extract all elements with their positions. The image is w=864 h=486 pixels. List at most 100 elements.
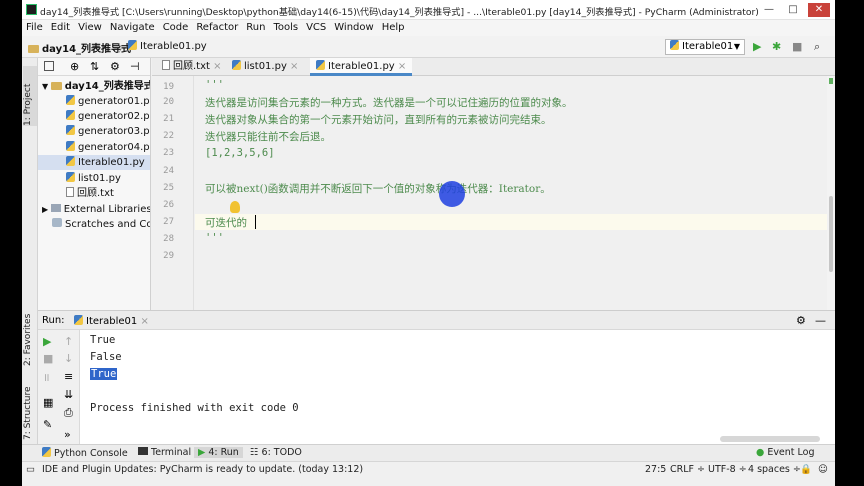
tree-file-selected[interactable]: Iterable01.py <box>38 155 150 170</box>
menu-vcs[interactable]: VCS <box>302 20 330 36</box>
editor-gutter: 19 20 21 22 23 24 25 26 27 28 29 <box>152 76 194 310</box>
menu-help[interactable]: Help <box>378 20 409 36</box>
frame-icon[interactable] <box>44 61 54 71</box>
caret-position[interactable]: 27:5 <box>645 464 666 475</box>
tree-file[interactable]: 回顾.txt <box>38 186 150 201</box>
breadcrumb-project[interactable]: day14_列表推导式 <box>28 40 131 55</box>
close-button[interactable]: ✕ <box>808 3 830 17</box>
pause-icon[interactable]: ॥ <box>43 370 50 385</box>
soft-wrap-icon[interactable]: ≡ <box>64 370 73 383</box>
menu-tools[interactable]: Tools <box>269 20 302 36</box>
hide-panel-icon[interactable]: — <box>815 314 826 327</box>
layout-icon[interactable]: ▦ <box>43 396 53 409</box>
arrow-up-icon[interactable]: ↑ <box>64 335 73 348</box>
tree-external-libraries[interactable]: ▶ External Libraries <box>38 202 150 217</box>
editor-scrollbar[interactable] <box>827 76 835 310</box>
status-toggle-icon[interactable]: ▭ <box>26 464 35 475</box>
console-scrollbar[interactable] <box>720 436 820 442</box>
tree-file[interactable]: generator03.py <box>38 124 150 139</box>
maximize-button[interactable]: □ <box>782 3 804 17</box>
run-console[interactable]: True False True Process finished with ex… <box>80 330 835 444</box>
close-icon[interactable]: × <box>213 61 221 72</box>
status-message[interactable]: IDE and Plugin Updates: PyCharm is ready… <box>42 464 363 475</box>
tab-list01[interactable]: list01.py × <box>226 58 304 76</box>
stop-icon[interactable]: ■ <box>792 40 802 54</box>
favorites-tool-tab[interactable]: 2: Favorites <box>23 306 37 366</box>
code-line: ''' <box>205 79 224 91</box>
text-caret <box>255 215 256 229</box>
menu-navigate[interactable]: Navigate <box>106 20 159 36</box>
code-editor[interactable]: ''' 迭代器是访问集合元素的一种方式。迭代器是一个可以记住遍历的位置的对象。 … <box>195 76 827 310</box>
menu-code[interactable]: Code <box>159 20 193 36</box>
debug-icon[interactable]: ✱ <box>772 40 781 54</box>
close-icon[interactable]: × <box>398 61 406 72</box>
python-file-icon <box>66 110 75 120</box>
tree-file[interactable]: list01.py <box>38 171 150 186</box>
todo-tab[interactable]: ☷ 6: TODO <box>250 447 302 458</box>
gear-icon[interactable]: ⚙ <box>110 60 120 73</box>
menu-refactor[interactable]: Refactor <box>192 20 242 36</box>
event-log-tab[interactable]: ● Event Log <box>756 447 815 458</box>
lock-icon[interactable]: 🔒 <box>800 464 812 475</box>
indent-setting[interactable]: 4 spaces ÷ <box>748 464 801 475</box>
run-configuration-select[interactable]: Iterable01 ▼ <box>665 39 745 55</box>
todo-icon: ☷ <box>250 447 262 458</box>
code-line: [1,2,3,5,6] <box>205 147 275 159</box>
minimize-button[interactable]: — <box>758 3 780 17</box>
menu-file[interactable]: File <box>22 20 47 36</box>
tree-file[interactable]: generator02.py <box>38 109 150 124</box>
terminal-tab[interactable]: Terminal <box>138 447 191 458</box>
tree-root[interactable]: ▼ day14_列表推导式 C <box>38 79 150 94</box>
more-icon[interactable]: » <box>64 428 71 441</box>
code-line: 迭代器是访问集合元素的一种方式。迭代器是一个可以记住遍历的位置的对象。 <box>205 97 573 109</box>
structure-tool-tab[interactable]: 7: Structure <box>23 378 37 441</box>
python-file-icon <box>232 60 241 70</box>
tree-file[interactable]: generator01.py <box>38 94 150 109</box>
gear-icon[interactable]: ⚙ <box>796 314 806 327</box>
collapse-icon[interactable]: ⇅ <box>90 60 99 73</box>
tree-file[interactable]: generator04.py <box>38 140 150 155</box>
rerun-icon[interactable]: ▶ <box>43 335 51 348</box>
project-toolbar: ⊕ ⇅ ⚙ ⊣ <box>38 58 150 76</box>
project-tool-tab[interactable]: 1: Project <box>23 66 37 126</box>
line-number: 24 <box>163 166 174 176</box>
scroll-end-icon[interactable]: ⇊ <box>64 388 73 401</box>
breadcrumb-separator: 〉 <box>118 44 128 55</box>
menu-run[interactable]: Run <box>242 20 269 36</box>
inspector-icon[interactable]: ☺ <box>818 464 828 475</box>
python-file-icon <box>66 141 75 151</box>
search-icon[interactable]: ⌕ <box>814 40 820 54</box>
menu-edit[interactable]: Edit <box>47 20 74 36</box>
text-file-icon <box>66 187 74 197</box>
arrow-down-icon[interactable]: ↓ <box>64 352 73 365</box>
locate-icon[interactable]: ⊕ <box>70 60 79 73</box>
scrollbar-thumb[interactable] <box>829 196 833 272</box>
python-file-icon <box>66 172 75 182</box>
breadcrumb-file[interactable]: Iterable01.py <box>128 40 207 52</box>
menu-bar: File Edit View Navigate Code Refactor Run Tools… <box>22 20 835 36</box>
run-tab[interactable]: ▶ 4: Run <box>194 447 243 458</box>
pin-icon[interactable]: ✎ <box>43 418 52 431</box>
event-log-icon: ● <box>756 447 768 458</box>
line-separator[interactable]: CRLF ÷ <box>670 464 705 475</box>
stop-icon[interactable]: ■ <box>43 352 53 365</box>
lightbulb-icon[interactable] <box>230 201 240 213</box>
run-icon[interactable]: ▶ <box>753 40 761 54</box>
tab-huigu[interactable]: 回顾.txt × <box>156 58 228 76</box>
code-line: 迭代器只能往前不会后退。 <box>205 131 331 143</box>
menu-view[interactable]: View <box>74 20 106 36</box>
close-icon[interactable]: × <box>290 61 298 72</box>
line-number: 22 <box>163 131 174 141</box>
menu-window[interactable]: Window <box>330 20 377 36</box>
run-tab-iterable01[interactable]: Iterable01 × <box>74 315 149 327</box>
file-encoding[interactable]: UTF-8 ÷ <box>708 464 747 475</box>
python-console-tab[interactable]: Python Console <box>42 447 128 459</box>
tree-scratches[interactable]: Scratches and Conso <box>38 217 150 232</box>
line-number: 27 <box>163 217 174 227</box>
close-icon[interactable]: × <box>140 316 148 327</box>
folder-icon <box>28 45 39 53</box>
python-console-icon <box>42 447 51 457</box>
print-icon[interactable]: ⎙ <box>64 406 73 420</box>
hide-icon[interactable]: ⊣ <box>130 60 140 73</box>
tab-iterable01[interactable]: Iterable01.py × <box>310 58 413 76</box>
